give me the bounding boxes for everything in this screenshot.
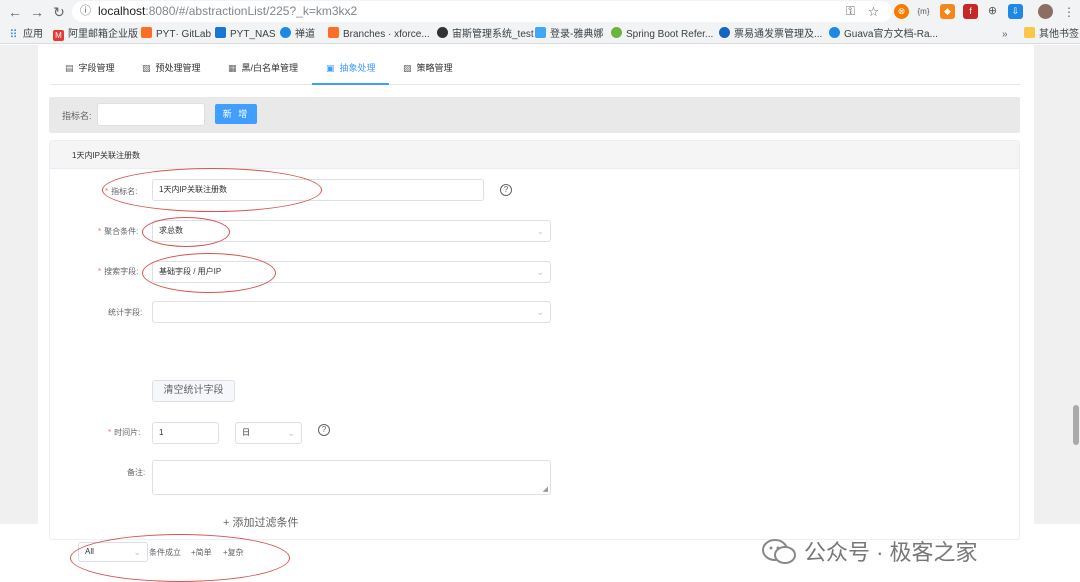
help-icon[interactable]: ? [318, 424, 330, 436]
clear-stat-field-button[interactable]: 清空统计字段 [152, 380, 235, 402]
info-icon[interactable]: ⓘ [80, 1, 91, 22]
watermark: 公众号 · 极客之家 [762, 538, 978, 568]
add-filter-button[interactable]: + 添加过滤条件 [223, 514, 298, 530]
bookmark-item[interactable]: Spring Boot Refer... [611, 27, 713, 42]
tab-policy-management[interactable]: ▨ 策略管理 [403, 57, 453, 85]
bookmark-item[interactable]: 登录-雅典娜 [535, 27, 603, 42]
tab-blackwhite-list[interactable]: ▦ 黑/白名单管理 [228, 57, 298, 85]
help-icon[interactable]: ? [500, 184, 512, 196]
search-label: 指标名: [62, 111, 92, 121]
annotation-ellipse [142, 253, 276, 293]
bookmark-item[interactable]: 票易通发票管理及... [719, 27, 822, 42]
tab-preprocess-management[interactable]: ▧ 预处理管理 [142, 57, 201, 85]
time-slice-label: * 时间片: [108, 428, 141, 437]
wechat-logo-icon [762, 539, 796, 564]
search-field-label: * 搜索字段: [98, 267, 139, 276]
bookmark-other-folder[interactable]: 其他书签 [1024, 27, 1079, 42]
metamask-icon[interactable]: ◆ [940, 4, 955, 19]
search-panel: 指标名: 新 增 [49, 97, 1020, 133]
card-title: 1天内IP关联注册数 [72, 151, 141, 160]
address-bar[interactable]: ⓘ localhost:8080/#/abstractionList/225?_… [72, 1, 892, 22]
aggregate-label: * 聚合条件: [98, 227, 139, 236]
menu-icon[interactable]: ⋮ [1060, 3, 1078, 21]
chevron-down-icon: ⌄ [536, 307, 544, 317]
resize-grip-icon[interactable]: ◢ [543, 485, 548, 493]
profile-avatar[interactable] [1038, 4, 1053, 19]
tab-abstraction[interactable]: ▣ 抽象处理 [312, 57, 389, 85]
card-header: 1天内IP关联注册数 [50, 141, 1019, 169]
bookmark-item[interactable]: 宙斯管理系统_test [437, 27, 534, 42]
extension-icon[interactable]: ⊗ [894, 4, 909, 19]
edit-card: 1天内IP关联注册数 * 指标名: 1天内IP关联注册数 ? * 聚合条件: 求总数… [49, 140, 1020, 582]
grid-icon: ▦ [228, 63, 237, 73]
page-content: ▤ 字段管理 ▧ 预处理管理 ▦ 黑/白名单管理 ▣ 抽象处理 ▨ 策略管理 指标名: 新… [0, 45, 1080, 582]
abstraction-icon: ▣ [326, 63, 335, 73]
flash-icon[interactable]: f [963, 4, 978, 19]
stat-field-select[interactable]: ⌄ [152, 301, 551, 323]
left-gutter [0, 45, 38, 524]
search-input[interactable] [97, 103, 205, 126]
field-icon: ▤ [65, 63, 74, 73]
annotation-ellipse [70, 534, 290, 582]
tab-field-management[interactable]: ▤ 字段管理 [65, 57, 115, 85]
json-extension-icon[interactable]: {m} [916, 4, 931, 19]
policy-icon: ▨ [403, 63, 412, 73]
star-icon[interactable]: ☆ [866, 4, 881, 19]
bookmark-item[interactable]: PYT· GitLab [141, 27, 211, 42]
scrollbar[interactable] [1070, 45, 1080, 524]
browser-chrome: ← → ↻ ⓘ localhost:8080/#/abstractionList… [0, 0, 1080, 44]
bookmark-item[interactable]: PYT_NAS [215, 27, 276, 42]
annotation-ellipse [142, 217, 230, 247]
extension-icon[interactable]: ⇩ [1008, 4, 1023, 19]
tab-bar: ▤ 字段管理 ▧ 预处理管理 ▦ 黑/白名单管理 ▣ 抽象处理 ▨ 策略管理 [50, 57, 1020, 85]
remark-label: 备注: [127, 468, 146, 477]
back-icon[interactable]: ← [6, 3, 24, 21]
bookmarks-overflow-icon[interactable]: » [1002, 27, 1008, 42]
extension-icon[interactable]: ⊕ [985, 4, 1000, 19]
chevron-down-icon: ⌄ [536, 226, 544, 236]
preprocess-icon: ▧ [142, 63, 151, 73]
chevron-down-icon: ⌄ [536, 267, 544, 277]
time-slice-input[interactable]: 1 [152, 422, 219, 444]
key-icon[interactable]: ⚿ [843, 4, 858, 19]
add-button[interactable]: 新 增 [215, 104, 257, 124]
chevron-down-icon: ⌄ [287, 428, 295, 438]
annotation-ellipse [102, 168, 322, 212]
time-unit-select[interactable]: 日 ⌄ [235, 422, 302, 444]
remark-textarea[interactable]: ◢ [152, 460, 551, 495]
reload-icon[interactable]: ↻ [50, 3, 68, 21]
forward-icon[interactable]: → [28, 3, 46, 21]
bookmark-item[interactable]: M 阿里邮箱企业版 [53, 27, 138, 42]
scrollbar-thumb[interactable] [1073, 405, 1079, 445]
url-text: localhost:8080/#/abstractionList/225?_k=… [98, 4, 358, 18]
bookmark-item[interactable]: 禅道 [280, 27, 315, 42]
stat-field-label: 统计字段: [108, 308, 143, 317]
bookmarks-bar: ⠿ 应用 M 阿里邮箱企业版 PYT· GitLab PYT_NAS 禅道 Bran… [0, 25, 1080, 43]
bookmark-item[interactable]: Branches · xforce... [328, 27, 430, 42]
bookmark-apps[interactable]: ⠿ 应用 [8, 27, 43, 42]
bookmark-item[interactable]: Guava官方文档-Ra... [829, 27, 938, 42]
